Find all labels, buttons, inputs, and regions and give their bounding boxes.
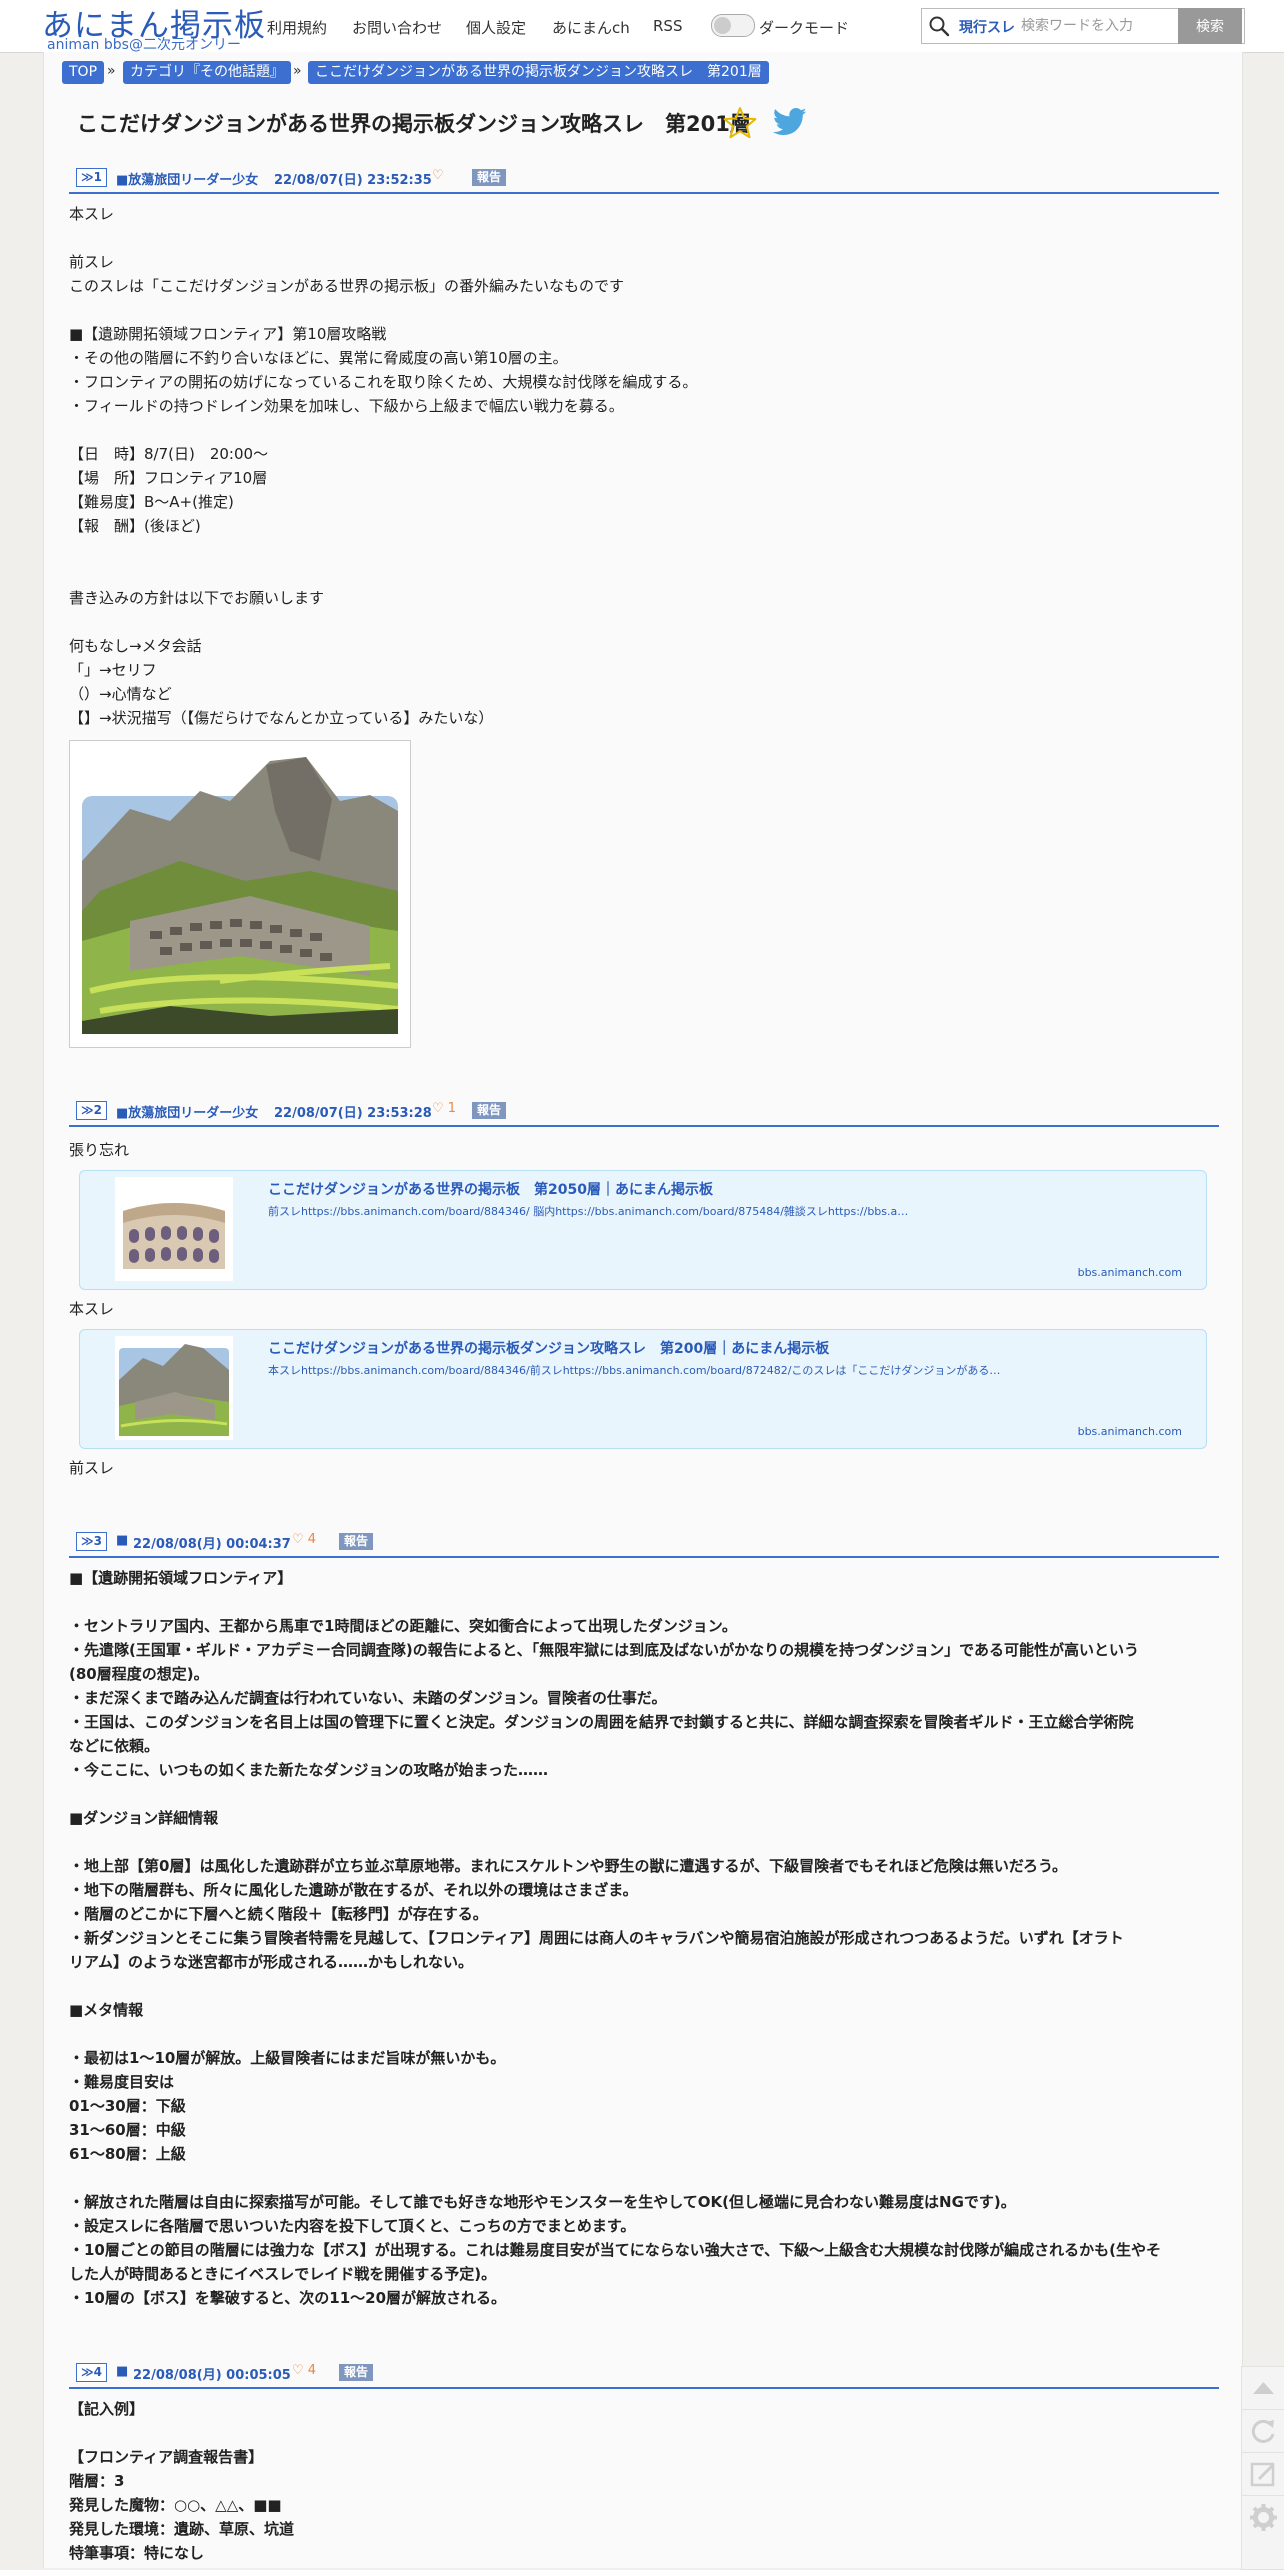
- favorite-star-icon[interactable]: [723, 106, 757, 140]
- like-heart-icon[interactable]: ♡ 4: [292, 2363, 316, 2378]
- edit-icon: [1250, 2462, 1275, 2487]
- post-header: ≫1 ■放蕩旅団リーダー少女 22/08/07(日) 23:52:35 ♡ 報告: [69, 166, 1219, 194]
- poster-name: ■放蕩旅団リーダー少女: [116, 1106, 259, 1121]
- ruins-illustration: [82, 757, 399, 1034]
- breadcrumb-top-link[interactable]: TOP: [62, 61, 105, 84]
- post-body-line: 前スレ: [69, 1459, 115, 1477]
- post-date: 22/08/07(日) 23:53:28: [274, 1106, 432, 1121]
- reload-icon: [1251, 2419, 1275, 2443]
- post-header: ≫2 ■放蕩旅団リーダー少女 22/08/07(日) 23:53:28 ♡ 1 …: [69, 1099, 1219, 1127]
- settings-button[interactable]: [1241, 2495, 1284, 2570]
- nav-terms-link[interactable]: 利用規約: [267, 17, 327, 38]
- poster-name: ■: [116, 1533, 129, 1548]
- link-card[interactable]: ここだけダンジョンがある世界の掲示板ダンジョン攻略スレ 第200層｜あにまん掲示…: [79, 1329, 1207, 1449]
- thread-title: ここだけダンジョンがある世界の掲示板ダンジョン攻略スレ 第201層: [77, 112, 751, 136]
- link-card[interactable]: ここだけダンジョンがある世界の掲示板 第2050層｜あにまん掲示板 前スレhtt…: [79, 1170, 1207, 1290]
- like-count: 4: [307, 1532, 317, 1547]
- post-body: ■【遺跡開拓領域フロンティア】 ・セントラリア国内、王都から馬車で1時間ほどの距…: [69, 1569, 1161, 2307]
- post-1: ≫1 ■放蕩旅団リーダー少女 22/08/07(日) 23:52:35 ♡ 報告…: [69, 166, 1219, 727]
- write-post-button[interactable]: [1241, 2452, 1284, 2497]
- post-4: ≫4 ■ 22/08/08(月) 00:05:05 ♡ 4 報告 【記入例】 【…: [69, 2361, 1219, 2562]
- report-button[interactable]: 報告: [472, 169, 507, 186]
- breadcrumb-separator: »: [107, 63, 116, 79]
- post-number-link[interactable]: ≫3: [76, 1532, 107, 1551]
- twitter-icon[interactable]: [773, 107, 807, 137]
- report-button[interactable]: 報告: [339, 1533, 374, 1550]
- arrow-up-icon: [1253, 2382, 1274, 2394]
- link-card-thumbnail: [115, 1177, 233, 1281]
- dark-mode-toggle[interactable]: [711, 14, 755, 37]
- dark-mode-toggle-knob: [714, 17, 731, 34]
- colosseum-illustration: [123, 1203, 225, 1269]
- post-2: ≫2 ■放蕩旅団リーダー少女 22/08/07(日) 23:53:28 ♡ 1 …: [69, 1099, 1219, 1127]
- post-body: 【記入例】 【フロンティア調査報告書】 階層：3 発見した魔物：○○、△△、■■…: [69, 2400, 295, 2562]
- post-body: 本スレ 前スレ このスレは「ここだけダンジョンがある世界の掲示板」の番外編みたい…: [69, 205, 698, 727]
- link-card-title: ここだけダンジョンがある世界の掲示板ダンジョン攻略スレ 第200層｜あにまん掲示…: [268, 1341, 830, 1357]
- post-3: ≫3 ■ 22/08/08(月) 00:04:37 ♡ 4 報告 ■【遺跡開拓領…: [69, 1530, 1219, 2307]
- site-header: あにまん掲示板 animan bbs@二次元オンリー 利用規約 お問い合わせ 個…: [0, 0, 1284, 53]
- post-date: 22/08/08(月) 00:05:05: [133, 2368, 291, 2383]
- link-card-thumbnail: [115, 1336, 233, 1440]
- search-input[interactable]: [1019, 13, 1168, 39]
- reload-button[interactable]: [1241, 2409, 1284, 2454]
- post-number-link[interactable]: ≫2: [76, 1101, 107, 1120]
- main-content: TOP » カテゴリ『その他話題』 » ここだけダンジョンがある世界の掲示板ダン…: [43, 52, 1243, 2568]
- breadcrumb-category-link[interactable]: カテゴリ『その他話題』: [123, 61, 291, 84]
- search-button[interactable]: 検索: [1178, 8, 1242, 44]
- post-header: ≫4 ■ 22/08/08(月) 00:05:05 ♡ 4 報告: [69, 2361, 1219, 2389]
- report-button[interactable]: 報告: [339, 2364, 374, 2381]
- link-card-description: 本スレhttps://bbs.animanch.com/board/884346…: [268, 1364, 1001, 1377]
- like-heart-icon[interactable]: ♡: [432, 168, 444, 183]
- link-card-domain: bbs.animanch.com: [1077, 1266, 1182, 1279]
- nav-settings-link[interactable]: 個人設定: [466, 17, 526, 38]
- attached-image[interactable]: [69, 740, 411, 1048]
- scroll-top-button[interactable]: [1241, 2366, 1284, 2411]
- breadcrumb-thread-link[interactable]: ここだけダンジョンがある世界の掲示板ダンジョン攻略スレ 第201層: [308, 61, 769, 84]
- like-count: 4: [307, 2363, 317, 2378]
- like-heart-icon[interactable]: ♡ 4: [292, 1532, 316, 1547]
- dark-mode-label: ダークモード: [759, 19, 850, 37]
- post-number-link[interactable]: ≫4: [76, 2363, 107, 2382]
- link-card-title: ここだけダンジョンがある世界の掲示板 第2050層｜あにまん掲示板: [268, 1182, 713, 1198]
- link-card-description: 前スレhttps://bbs.animanch.com/board/884346…: [268, 1205, 909, 1218]
- like-heart-icon[interactable]: ♡ 1: [432, 1101, 456, 1116]
- post-body-line: 張り忘れ: [69, 1141, 130, 1159]
- poster-name: ■放蕩旅団リーダー少女: [116, 173, 259, 188]
- breadcrumb-separator: »: [293, 63, 302, 79]
- link-card-domain: bbs.animanch.com: [1077, 1425, 1182, 1438]
- gear-icon: [1250, 2504, 1277, 2531]
- poster-name: ■: [116, 2364, 129, 2379]
- nav-contact-link[interactable]: お問い合わせ: [352, 17, 442, 38]
- post-date: 22/08/08(月) 00:04:37: [133, 1537, 291, 1552]
- report-button[interactable]: 報告: [472, 1102, 507, 1119]
- post-body-line: 本スレ: [69, 1300, 115, 1318]
- nav-animanch-link[interactable]: あにまんch: [552, 17, 630, 38]
- like-count: 1: [447, 1101, 457, 1116]
- ruins-thumbnail-illustration: [119, 1344, 229, 1436]
- nav-rss-link[interactable]: RSS: [653, 17, 682, 35]
- post-date: 22/08/07(日) 23:52:35: [274, 173, 432, 188]
- site-logo-subtitle[interactable]: animan bbs@二次元オンリー: [47, 34, 241, 54]
- post-number-link[interactable]: ≫1: [76, 168, 107, 187]
- search-scope-selector[interactable]: 現行スレ: [959, 17, 1015, 37]
- search-icon: [929, 16, 950, 37]
- post-header: ≫3 ■ 22/08/08(月) 00:04:37 ♡ 4 報告: [69, 1530, 1219, 1558]
